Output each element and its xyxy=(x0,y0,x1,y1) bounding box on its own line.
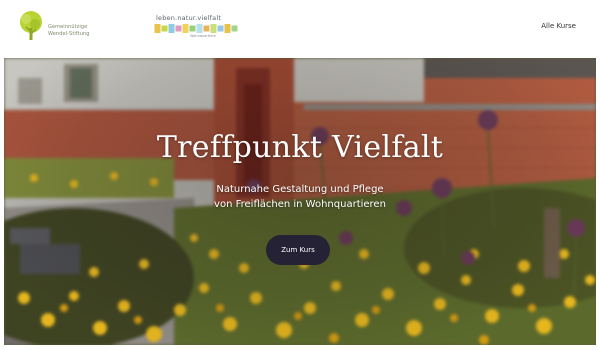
hero-banner: Treffpunkt Vielfalt Naturnahe Gestaltung… xyxy=(4,58,596,345)
hero-subtitle-line-2: von Freiflächen in Wohnquartieren xyxy=(214,199,386,210)
page: Gemeinnützige Wendel-Stiftung leben.natu… xyxy=(0,0,600,350)
program-logo-block xyxy=(196,24,203,33)
program-logo-color-blocks xyxy=(154,24,238,33)
program-logo-block xyxy=(203,25,210,32)
hero-subtitle: Naturnahe Gestaltung und Pflege von Frei… xyxy=(4,182,596,212)
foundation-logo-line-2: Wendel-Stiftung xyxy=(48,31,90,37)
program-logo-block xyxy=(217,25,224,32)
program-logo-block xyxy=(210,24,217,33)
foundation-logo-line-1: Gemeinnützige xyxy=(48,24,88,30)
program-logo-block xyxy=(231,25,238,32)
site-header: Gemeinnützige Wendel-Stiftung leben.natu… xyxy=(0,0,600,56)
course-button[interactable]: Zum Kurs xyxy=(266,235,330,265)
program-logo-block xyxy=(175,25,182,32)
all-courses-link[interactable]: Alle Kurse xyxy=(541,21,576,31)
program-logo-subtitle: Wohnquartiere xyxy=(190,34,216,38)
tree-icon xyxy=(20,11,42,40)
program-logo-block xyxy=(168,24,175,33)
program-logo[interactable]: leben.natur.vielfalt Wohnquartiere xyxy=(154,14,242,42)
program-logo-block xyxy=(189,25,196,32)
hero-subtitle-line-1: Naturnahe Gestaltung und Pflege xyxy=(216,184,384,195)
program-logo-block xyxy=(224,24,231,33)
program-logo-block xyxy=(161,25,168,32)
foundation-logo-text: Gemeinnützige Wendel-Stiftung xyxy=(48,24,108,38)
program-logo-block xyxy=(154,24,161,33)
program-logo-block xyxy=(182,24,189,33)
hero-title: Treffpunkt Vielfalt xyxy=(156,130,444,165)
program-logo-title: leben.natur.vielfalt xyxy=(156,14,222,22)
foundation-logo[interactable]: Gemeinnützige Wendel-Stiftung xyxy=(16,10,108,42)
